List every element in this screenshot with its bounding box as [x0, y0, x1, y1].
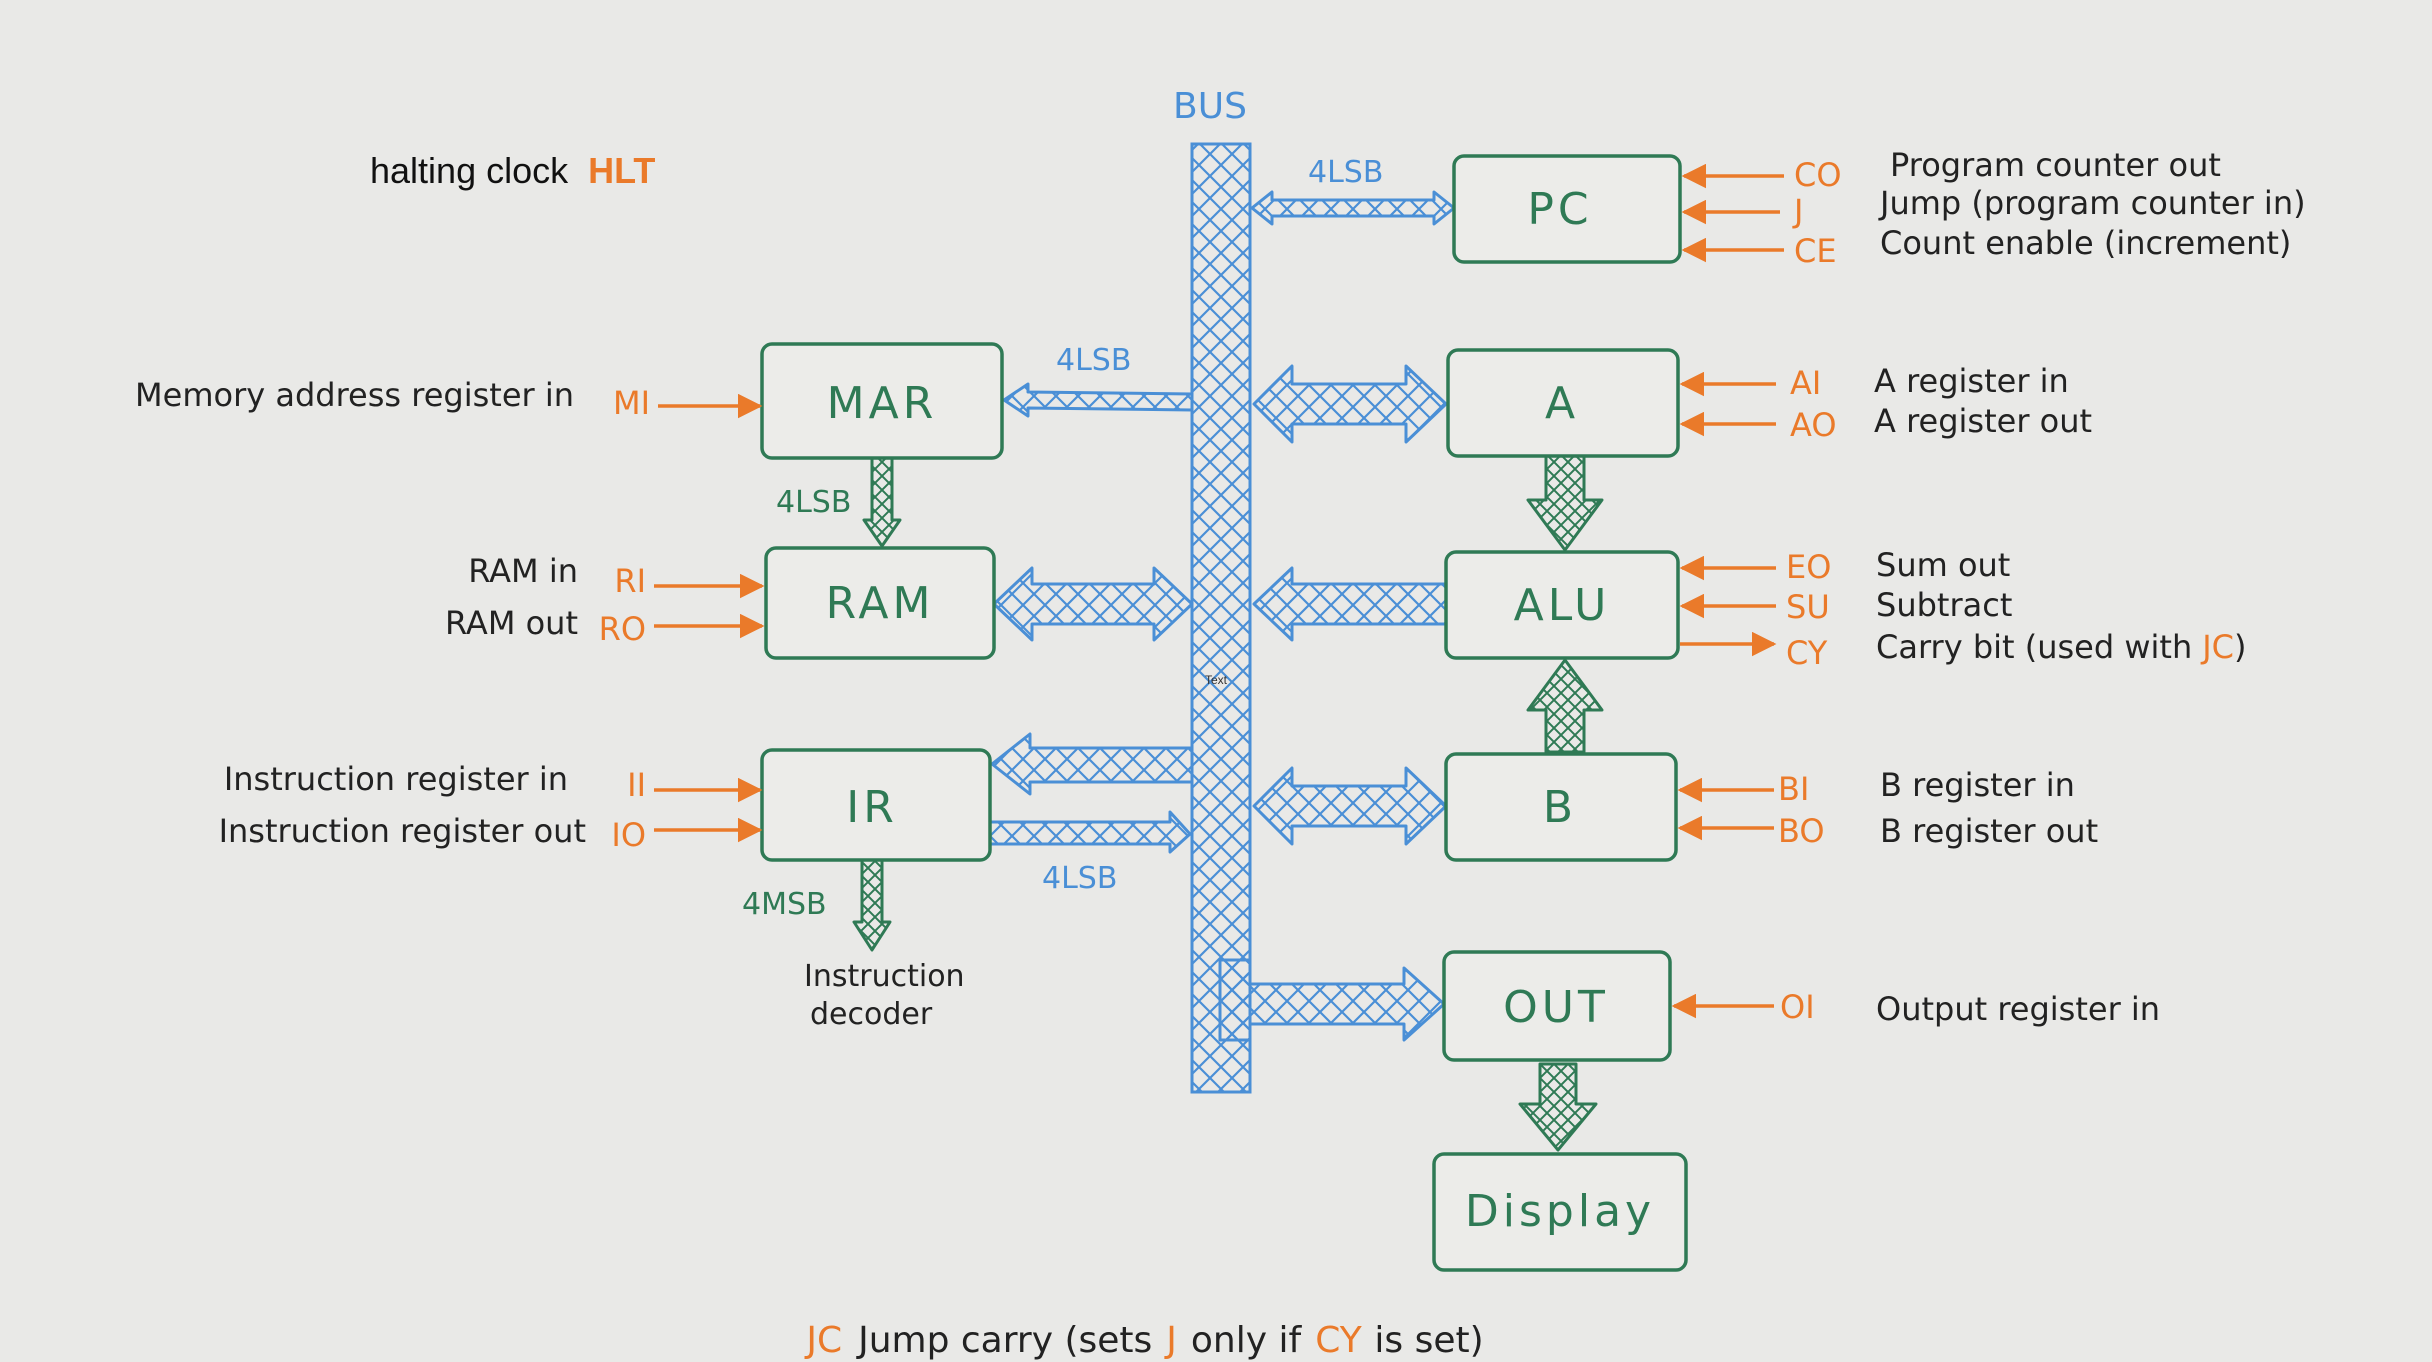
arrow-ir-decoder	[852, 858, 892, 952]
jump-carry-legend: JC Jump carry (sets Jonly if CY is set)	[804, 1320, 1483, 1361]
signal-code-cy: CY	[1786, 634, 1828, 672]
signal-desc-ro: RAM out	[445, 604, 578, 642]
module-display: Display	[1465, 1186, 1655, 1237]
signal-code-co: CO	[1794, 156, 1842, 194]
signal-code-io: IO	[611, 816, 646, 854]
module-pc: PC	[1527, 184, 1592, 235]
signal-desc-ce: Count enable (increment)	[1880, 224, 2291, 262]
width-ir-out: 4LSB	[1042, 861, 1117, 896]
signal-desc-co: Program counter out	[1890, 146, 2221, 184]
jc-code: JC	[804, 1320, 842, 1361]
bus-arrow-a	[1252, 364, 1448, 444]
signal-code-bi: BI	[1778, 770, 1809, 808]
signal-desc-io: Instruction register out	[219, 812, 586, 850]
decoder-label-line2: decoder	[810, 997, 933, 1032]
signal-code-ii: II	[627, 766, 646, 804]
signal-desc-oi: Output register in	[1876, 990, 2160, 1028]
signal-desc-mi: Memory address register in	[135, 376, 574, 414]
signal-desc-bi: B register in	[1880, 766, 2075, 804]
module-b: B	[1543, 782, 1577, 833]
decoder-label-line1: Instruction	[804, 959, 965, 994]
signal-desc-ai: A register in	[1874, 362, 2069, 400]
signal-code-ro: RO	[599, 610, 646, 648]
signal-desc-su: Subtract	[1876, 586, 2012, 624]
module-ram: RAM	[826, 578, 935, 629]
bus-arrow-b	[1252, 766, 1448, 846]
signal-desc-eo: Sum out	[1876, 546, 2010, 584]
width-mar-ram: 4LSB	[776, 485, 851, 520]
module-alu: ALU	[1514, 580, 1611, 631]
jc-text-1: Jump carry (sets	[856, 1320, 1152, 1361]
arrow-mar-ram	[862, 456, 902, 548]
width-ir-decoder: 4MSB	[742, 887, 827, 922]
jc-cy-code: CY	[1315, 1320, 1363, 1361]
signal-desc-cy-text: Carry bit (used with	[1876, 628, 2192, 666]
right-signals: CO J CE AI AO EO SU CY BI BO OI Program …	[1671, 146, 2306, 1028]
bus-arrow-mar	[1002, 382, 1194, 418]
module-out: OUT	[1503, 982, 1609, 1033]
signal-code-j: J	[1792, 192, 1803, 230]
bus: BUS Text	[1173, 86, 1252, 1094]
bus-arrow-alu	[1252, 566, 1448, 642]
signal-code-bo: BO	[1778, 812, 1825, 850]
computer-architecture-diagram: BUS Text PC MAR RAM IR A ALU B OUT Displ…	[135, 86, 2306, 1361]
signal-code-ce: CE	[1794, 232, 1837, 270]
bus-arrow-ir-out	[988, 810, 1192, 854]
jc-j-code: J	[1164, 1320, 1177, 1361]
module-ir: IR	[846, 782, 898, 833]
signal-code-ao: AO	[1790, 406, 1837, 444]
arrow-b-alu	[1526, 658, 1604, 754]
signal-desc-cy: Carry bit (used with JC)	[1876, 628, 2247, 666]
signal-code-ai: AI	[1790, 364, 1821, 402]
bus-arrow-ram	[992, 566, 1194, 642]
signal-code-mi: MI	[613, 384, 650, 422]
arrow-out-display	[1518, 1062, 1598, 1152]
width-pc: 4LSB	[1308, 155, 1383, 190]
signal-desc-ri: RAM in	[468, 552, 578, 590]
signal-desc-bo: B register out	[1880, 812, 2098, 850]
signal-desc-j: Jump (program counter in)	[1878, 184, 2306, 222]
bus-bar	[1190, 142, 1252, 1094]
bus-arrow-ir-in	[990, 732, 1194, 796]
arrow-a-alu	[1526, 450, 1604, 552]
signal-desc-cy-tail: )	[2234, 628, 2246, 666]
signal-desc-ii: Instruction register in	[224, 760, 568, 798]
module-mar: MAR	[827, 378, 938, 429]
signal-code-oi: OI	[1780, 988, 1815, 1026]
bus-label: BUS	[1173, 86, 1247, 127]
signal-code-su: SU	[1786, 588, 1830, 626]
jc-text-3: is set)	[1374, 1320, 1483, 1361]
signal-code-eo: EO	[1786, 548, 1831, 586]
width-mar: 4LSB	[1056, 343, 1131, 378]
bus-arrow-out	[1218, 958, 1446, 1042]
overlay-text-label: Text	[1205, 673, 1228, 687]
bus-arrow-pc	[1250, 190, 1456, 226]
module-a: A	[1545, 378, 1579, 429]
jc-text-2: only if	[1191, 1320, 1303, 1361]
signal-code-ri: RI	[614, 562, 646, 600]
signal-desc-cy-ref: JC	[2200, 628, 2234, 666]
signal-desc-ao: A register out	[1874, 402, 2092, 440]
left-signals: MI RI RO II IO Memory address register i…	[135, 376, 765, 854]
